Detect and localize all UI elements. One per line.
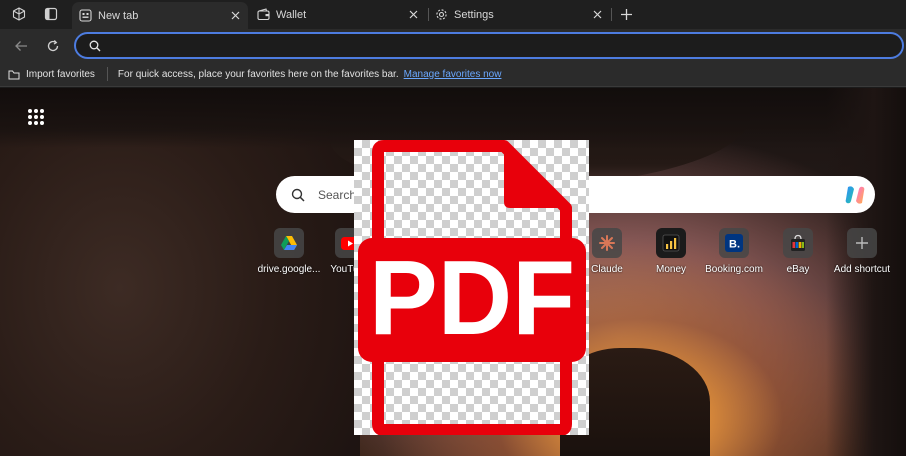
- claude-icon: [599, 235, 615, 251]
- shortcut-google-drive[interactable]: drive.google...: [257, 228, 321, 280]
- shortcut-label: Money: [655, 264, 686, 275]
- address-input[interactable]: [110, 35, 902, 56]
- shortcut-tile: [592, 228, 622, 258]
- tab-label: Wallet: [276, 8, 307, 21]
- import-favorites-label: Import favorites: [26, 68, 95, 80]
- background-rock-top: [0, 88, 906, 148]
- close-icon[interactable]: [590, 8, 604, 22]
- newtab-page-icon: [78, 9, 92, 23]
- manage-favorites-link[interactable]: Manage favorites now: [404, 69, 502, 80]
- tab-label: Settings: [454, 8, 494, 21]
- tab-strip: New tab Wallet Settings: [0, 0, 906, 29]
- close-icon[interactable]: [228, 9, 242, 23]
- copilot-icon[interactable]: [843, 183, 867, 207]
- vertical-tabs-icon[interactable]: [41, 5, 61, 23]
- favorites-bar: Import favorites For quick access, place…: [0, 62, 906, 87]
- gear-icon: [434, 8, 448, 22]
- dot: [34, 109, 38, 113]
- back-button[interactable]: [11, 36, 31, 56]
- dot: [34, 115, 38, 119]
- import-favorites-button[interactable]: Import favorites: [8, 68, 95, 80]
- arrow-left-icon: [15, 41, 27, 51]
- app-launcher-button[interactable]: [26, 107, 46, 127]
- booking-icon: B.: [725, 234, 743, 252]
- plus-icon: [856, 237, 868, 249]
- shortcut-label: drive.google...: [257, 264, 321, 275]
- workspaces-icon[interactable]: [9, 5, 29, 23]
- money-icon: [662, 234, 680, 252]
- ebay-icon: [791, 234, 805, 251]
- import-icon: [8, 68, 21, 80]
- tab-wallet[interactable]: Wallet: [250, 2, 426, 27]
- tab-new-tab[interactable]: New tab: [72, 2, 248, 29]
- wallet-icon: [256, 8, 270, 22]
- favorites-hint-text: For quick access, place your favorites h…: [117, 68, 399, 80]
- dot: [40, 121, 44, 125]
- new-tab-button[interactable]: [616, 4, 636, 24]
- dot: [40, 115, 44, 119]
- shortcut-money[interactable]: Money: [639, 228, 703, 280]
- refresh-icon: [47, 40, 59, 52]
- shortcut-tile: [656, 228, 686, 258]
- close-icon[interactable]: [406, 8, 420, 22]
- svg-text:B.: B.: [729, 239, 740, 251]
- toolbar: [0, 29, 906, 62]
- shortcut-tile: B.: [719, 228, 749, 258]
- tab-label: New tab: [98, 9, 139, 22]
- google-drive-icon: [281, 236, 297, 250]
- plus-icon: [620, 8, 632, 20]
- refresh-button[interactable]: [43, 36, 63, 56]
- address-bar[interactable]: [74, 32, 904, 59]
- dot: [40, 109, 44, 113]
- dot: [28, 109, 32, 113]
- shortcut-ebay[interactable]: eBay: [766, 228, 830, 280]
- pdf-overlay-image: PDF: [354, 140, 589, 436]
- search-icon: [290, 187, 306, 203]
- shortcut-label: Booking.com: [705, 264, 763, 275]
- shortcut-label: Add shortcut: [833, 264, 891, 275]
- shortcut-tile: [274, 228, 304, 258]
- shortcut-booking[interactable]: B. Booking.com: [702, 228, 766, 280]
- dot: [34, 121, 38, 125]
- shortcut-label: Claude: [591, 264, 623, 275]
- search-icon: [88, 39, 102, 53]
- pdf-label: PDF: [369, 239, 575, 357]
- favorites-separator: [106, 67, 108, 81]
- shortcut-tile: [847, 228, 877, 258]
- dot: [28, 121, 32, 125]
- shortcut-tile: [783, 228, 813, 258]
- pdf-file-icon: PDF: [358, 140, 586, 436]
- tab-separator: [611, 8, 612, 21]
- dot: [28, 115, 32, 119]
- add-shortcut-button[interactable]: Add shortcut: [830, 228, 894, 280]
- shortcut-label: eBay: [786, 264, 810, 275]
- tab-settings[interactable]: Settings: [428, 2, 610, 27]
